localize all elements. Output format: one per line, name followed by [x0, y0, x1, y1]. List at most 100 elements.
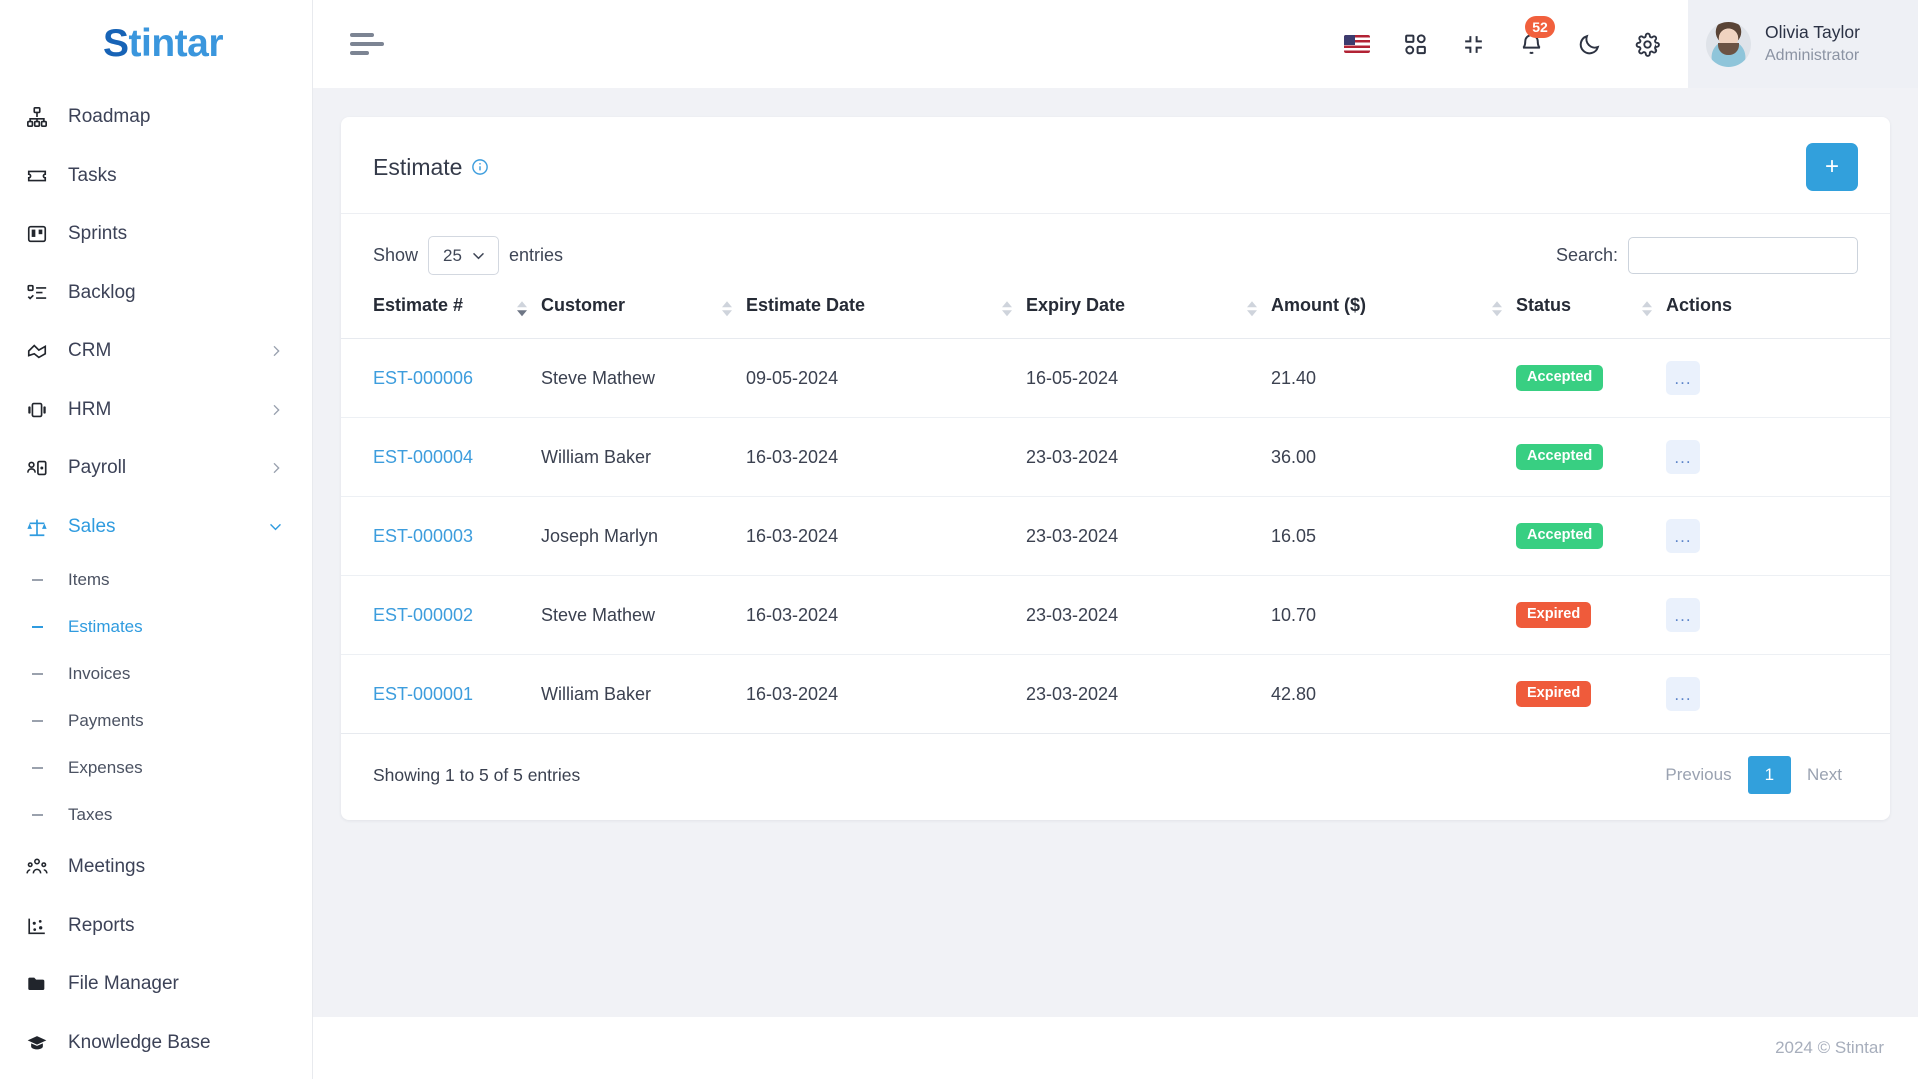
status-badge: Accepted — [1516, 523, 1604, 549]
cell-actions: ... — [1666, 575, 1890, 655]
chevron-right-icon — [268, 343, 284, 359]
info-circle-icon[interactable] — [471, 158, 489, 176]
row-actions-button[interactable]: ... — [1666, 598, 1700, 632]
col-amount[interactable]: Amount ($) — [1271, 283, 1516, 339]
status-badge: Accepted — [1516, 365, 1604, 391]
cell-status: Accepted — [1516, 338, 1666, 418]
cell-actions: ... — [1666, 417, 1890, 497]
sidebar-item-sales[interactable]: Sales — [0, 498, 312, 557]
user-role: Administrator — [1765, 47, 1860, 65]
sidebar-subitem-estimates[interactable]: Estimates — [0, 603, 312, 650]
sidebar-item-hrm[interactable]: HRM — [0, 381, 312, 440]
row-actions-button[interactable]: ... — [1666, 519, 1700, 553]
table-controls: Show 25 entries Search: — [341, 214, 1890, 283]
row-actions-button[interactable]: ... — [1666, 677, 1700, 711]
brand-logo[interactable]: Stintar — [0, 0, 312, 88]
page-length-select[interactable]: 25 — [428, 236, 500, 275]
estimate-card: Estimate + Show 25 entries Search: Estim… — [341, 117, 1890, 820]
cell-amount: 10.70 — [1271, 575, 1516, 655]
estimates-table: Estimate # Customer Estimate Date Expiry… — [341, 283, 1890, 734]
col-estimate-number[interactable]: Estimate # — [341, 283, 541, 339]
sidebar-item-backlog[interactable]: Backlog — [0, 264, 312, 323]
cell-estimate-date: 16-03-2024 — [746, 575, 1026, 655]
hamburger-icon[interactable] — [350, 33, 384, 55]
sidebar-item-label: Tasks — [68, 164, 117, 186]
bell-icon[interactable]: 52 — [1516, 16, 1555, 59]
gear-icon[interactable] — [1632, 29, 1662, 59]
col-customer[interactable]: Customer — [541, 283, 746, 339]
sidebar-item-file-manager[interactable]: File Manager — [0, 955, 312, 1014]
cell-actions: ... — [1666, 496, 1890, 576]
brand-text: Stintar — [103, 22, 224, 66]
sidebar-item-reports[interactable]: Reports — [0, 897, 312, 956]
sidebar-item-label: Backlog — [68, 281, 136, 303]
estimate-link[interactable]: EST-000004 — [373, 447, 473, 467]
sidebar-item-roadmap[interactable]: Roadmap — [0, 88, 312, 147]
pagination-page-1[interactable]: 1 — [1747, 756, 1792, 794]
sidebar-item-tasks[interactable]: Tasks — [0, 147, 312, 206]
user-profile-menu[interactable]: Olivia Taylor Administrator — [1688, 0, 1918, 88]
moon-icon[interactable] — [1574, 29, 1604, 59]
add-estimate-button[interactable]: + — [1806, 143, 1858, 191]
sidebar-subitem-invoices[interactable]: Invoices — [0, 650, 312, 697]
cell-customer: William Baker — [541, 654, 746, 734]
estimate-link[interactable]: EST-000001 — [373, 684, 473, 704]
table-head: Estimate # Customer Estimate Date Expiry… — [341, 283, 1890, 339]
cell-customer: Joseph Marlyn — [541, 496, 746, 576]
cell-estimate-date: 09-05-2024 — [746, 338, 1026, 418]
sidebar-subitem-items[interactable]: Items — [0, 556, 312, 603]
col-expiry-date[interactable]: Expiry Date — [1026, 283, 1271, 339]
col-estimate-date[interactable]: Estimate Date — [746, 283, 1026, 339]
scale-icon — [24, 514, 50, 540]
sidebar-item-label: HRM — [68, 398, 112, 420]
dash-icon — [24, 672, 50, 675]
sidebar-item-crm[interactable]: CRM — [0, 322, 312, 381]
app-root: Stintar Roadmap Tasks Sprints Backlog CR… — [0, 0, 1918, 1079]
sort-arrows-icon — [1247, 300, 1257, 316]
status-badge: Accepted — [1516, 444, 1604, 470]
sidebar-item-knowledge-base[interactable]: Knowledge Base — [0, 1014, 312, 1073]
dash-icon — [24, 625, 50, 628]
sidebar-item-sprints[interactable]: Sprints — [0, 205, 312, 264]
column-label: Status — [1516, 295, 1572, 315]
topbar-icons: 52 — [1342, 16, 1688, 59]
sidebar-subitem-label: Items — [68, 569, 110, 589]
brand-name-rest: tintar — [128, 22, 224, 65]
sidebar-item-payroll[interactable]: Payroll — [0, 439, 312, 498]
table-footer: Showing 1 to 5 of 5 entries Previous 1 N… — [341, 734, 1890, 820]
cell-amount: 16.05 — [1271, 496, 1516, 576]
sidebar-item-meetings[interactable]: Meetings — [0, 838, 312, 897]
table-row: EST-000001 William Baker 16-03-2024 23-0… — [341, 654, 1890, 734]
pagination-next[interactable]: Next — [1791, 756, 1858, 794]
pagination-previous[interactable]: Previous — [1649, 756, 1747, 794]
row-actions-button[interactable]: ... — [1666, 440, 1700, 474]
sort-arrows-icon — [1492, 300, 1502, 316]
table-header-row: Estimate # Customer Estimate Date Expiry… — [341, 283, 1890, 339]
col-status[interactable]: Status — [1516, 283, 1666, 339]
cell-customer: William Baker — [541, 417, 746, 497]
estimate-link[interactable]: EST-000002 — [373, 605, 473, 625]
cell-status: Accepted — [1516, 496, 1666, 576]
estimate-link[interactable]: EST-000006 — [373, 368, 473, 388]
flag-us-icon[interactable] — [1342, 29, 1372, 59]
compress-icon[interactable] — [1458, 29, 1488, 59]
card-header: Estimate + — [341, 117, 1890, 214]
status-badge: Expired — [1516, 602, 1592, 628]
sidebar-subitem-expenses[interactable]: Expenses — [0, 744, 312, 791]
scatter-chart-icon — [24, 913, 50, 939]
apps-grid-icon[interactable] — [1400, 29, 1430, 59]
col-actions: Actions — [1666, 283, 1890, 339]
pagination: Previous 1 Next — [1649, 756, 1858, 794]
chevron-right-icon — [268, 460, 284, 476]
sidebar-subitem-payments[interactable]: Payments — [0, 697, 312, 744]
cell-actions: ... — [1666, 338, 1890, 418]
cell-estimate-number: EST-000001 — [341, 654, 541, 734]
notification-badge: 52 — [1525, 16, 1555, 38]
search-input[interactable] — [1628, 237, 1858, 274]
estimate-link[interactable]: EST-000003 — [373, 526, 473, 546]
row-actions-button[interactable]: ... — [1666, 361, 1700, 395]
page-title-text: Estimate — [373, 153, 463, 180]
cell-expiry-date: 23-03-2024 — [1026, 417, 1271, 497]
sidebar-subitem-taxes[interactable]: Taxes — [0, 791, 312, 838]
status-badge: Expired — [1516, 681, 1592, 707]
